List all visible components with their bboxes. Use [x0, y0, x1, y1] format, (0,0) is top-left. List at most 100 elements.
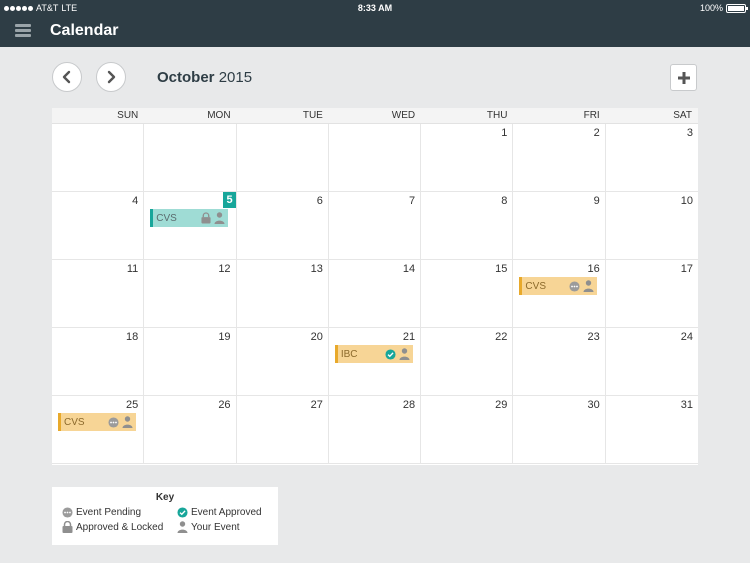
day-cell-empty: [236, 124, 329, 192]
day-number: 13: [310, 263, 323, 275]
person-icon: [214, 212, 225, 224]
day-number: 11: [126, 263, 139, 275]
day-cell-18[interactable]: 18: [52, 328, 145, 396]
day-cell-11[interactable]: 11: [52, 260, 145, 328]
legend-yours: Your Event: [177, 521, 288, 533]
day-number: 15: [495, 263, 508, 275]
event-chip[interactable]: CVS: [519, 277, 598, 295]
person-icon: [399, 348, 410, 360]
legend: Key Event Pending Event Approved Approve…: [52, 487, 278, 545]
weekday-label: TUE: [302, 110, 323, 121]
day-cell-empty: [328, 124, 422, 192]
day-cell-26[interactable]: 26: [144, 396, 237, 464]
day-number: 7: [409, 195, 416, 207]
day-number: 10: [680, 195, 693, 207]
day-cell-14[interactable]: 14: [328, 260, 422, 328]
day-number: 21: [402, 331, 416, 343]
chevron-right-icon: [107, 70, 116, 84]
day-cell-30[interactable]: 30: [513, 396, 606, 464]
event-chip[interactable]: CVS: [58, 413, 136, 431]
day-cell-5[interactable]: 5 CVS: [144, 192, 237, 260]
weekday-label: SUN: [117, 110, 139, 121]
battery-level: 100%: [699, 3, 723, 13]
event-chip[interactable]: IBC: [334, 345, 413, 363]
day-number: 1: [501, 127, 508, 139]
day-cell-13[interactable]: 13: [236, 260, 329, 328]
menu-icon[interactable]: [15, 24, 31, 38]
day-cell-empty: [144, 124, 237, 192]
day-cell-21[interactable]: 21 IBC: [328, 328, 422, 396]
day-cell-23[interactable]: 23: [513, 328, 606, 396]
day-cell-29[interactable]: 29: [421, 396, 514, 464]
year: 2015: [218, 69, 253, 86]
event-label: CVS: [156, 212, 177, 224]
day-number: 30: [587, 399, 600, 411]
calendar-grid: SUN MON TUE WED THU FRI SAT 1 2 3 4 5 CVS 6 7 8 9 10 11 12…: [52, 108, 698, 465]
day-cell-4[interactable]: 4: [52, 192, 145, 260]
day-cell-15[interactable]: 15: [421, 260, 514, 328]
lock-icon: [201, 212, 211, 224]
weekday-label: WED: [391, 110, 416, 121]
pending-icon: [108, 416, 119, 428]
month-title: October 2015: [157, 69, 252, 86]
today-badge: 5: [223, 192, 236, 208]
event-chip[interactable]: CVS: [150, 209, 229, 227]
event-label: CVS: [64, 416, 85, 428]
day-number: 9: [593, 195, 600, 207]
legend-title: Key: [155, 492, 175, 503]
day-cell-7[interactable]: 7: [328, 192, 422, 260]
day-cell-1[interactable]: 1: [421, 124, 514, 192]
day-cell-31[interactable]: 31: [605, 396, 698, 464]
day-cell-24[interactable]: 24: [605, 328, 698, 396]
day-cell-20[interactable]: 20: [236, 328, 329, 396]
day-cell-16[interactable]: 16 CVS: [513, 260, 606, 328]
day-cell-27[interactable]: 27: [236, 396, 329, 464]
day-cell-28[interactable]: 28: [328, 396, 422, 464]
month-name: October: [157, 69, 215, 86]
day-number: 18: [126, 331, 139, 343]
lock-icon: [62, 521, 73, 533]
chevron-left-icon: [62, 70, 71, 84]
page-title: Calendar: [50, 22, 119, 39]
day-cell-9[interactable]: 9: [513, 192, 606, 260]
day-cell-12[interactable]: 12: [144, 260, 237, 328]
day-cell-17[interactable]: 17: [605, 260, 698, 328]
weekday-label: THU: [486, 110, 508, 121]
weekday-label: FRI: [583, 110, 600, 121]
day-cell-10[interactable]: 10: [605, 192, 698, 260]
legend-pending: Event Pending: [62, 507, 177, 518]
next-month-button[interactable]: [96, 62, 126, 92]
day-cell-2[interactable]: 2: [513, 124, 606, 192]
day-number: 3: [686, 127, 693, 139]
event-status-icons: [569, 280, 594, 292]
day-number: 26: [218, 399, 231, 411]
day-cell-25[interactable]: 25 CVS: [52, 396, 145, 464]
day-number: 2: [593, 127, 600, 139]
day-number: 23: [587, 331, 600, 343]
day-cell-6[interactable]: 6: [236, 192, 329, 260]
day-number: 17: [680, 263, 693, 275]
approved-icon: [177, 507, 188, 518]
nav-bar: Calendar: [0, 16, 750, 47]
day-cell-22[interactable]: 22: [421, 328, 514, 396]
event-status-icons: [201, 212, 225, 224]
day-number: 19: [218, 331, 231, 343]
day-number: 4: [132, 195, 139, 207]
day-number: 22: [495, 331, 508, 343]
day-cell-3[interactable]: 3: [605, 124, 698, 192]
day-number: 16: [587, 263, 600, 275]
event-status-icons: [385, 348, 410, 360]
day-number: 25: [126, 399, 139, 411]
prev-month-button[interactable]: [52, 62, 82, 92]
weekday-label: SAT: [673, 110, 692, 121]
day-number: 12: [218, 263, 231, 275]
day-cell-19[interactable]: 19: [144, 328, 237, 396]
day-number: 20: [310, 331, 323, 343]
day-number: 27: [310, 399, 323, 411]
day-cell-8[interactable]: 8: [421, 192, 514, 260]
day-number: 14: [402, 263, 416, 275]
event-status-icons: [108, 416, 133, 428]
pending-icon: [569, 280, 580, 292]
weekday-label: MON: [207, 110, 231, 121]
add-event-button[interactable]: [670, 64, 697, 91]
